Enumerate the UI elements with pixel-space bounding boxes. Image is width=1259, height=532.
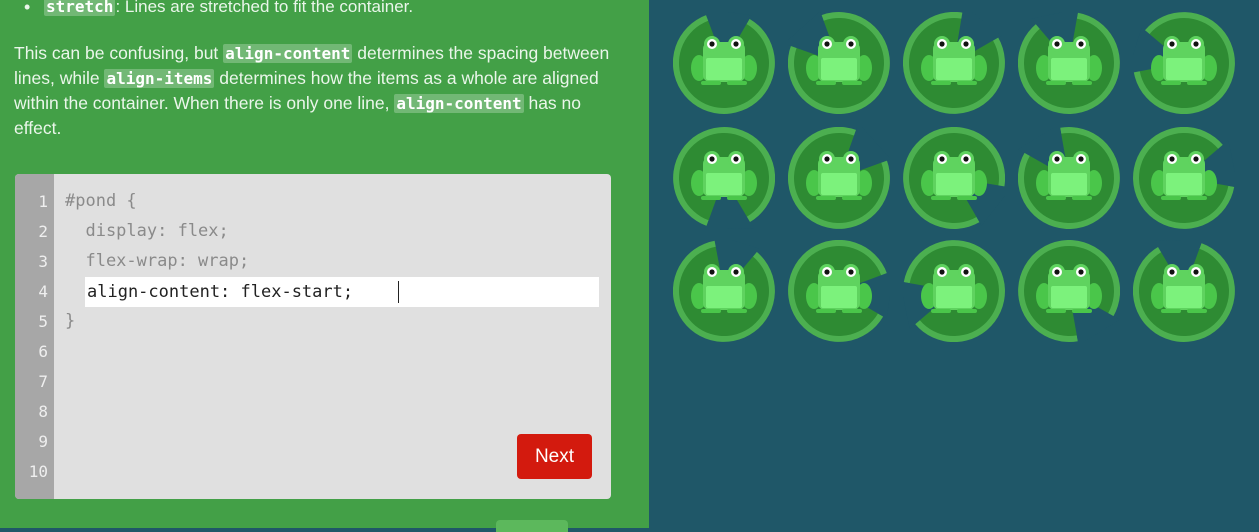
code-input-line xyxy=(85,277,599,307)
code-align-content: align-content xyxy=(223,44,353,63)
code-line-5: } xyxy=(65,311,76,331)
bullet-dot: • xyxy=(24,0,31,17)
code-stretch: stretch xyxy=(44,0,116,16)
bullet-text: : Lines are stretched to fit the contain… xyxy=(115,0,414,16)
pond-board xyxy=(649,0,1259,528)
frog-on-lilypad xyxy=(673,127,776,230)
bullet-stretch: • stretch: Lines are stretched to fit the… xyxy=(24,0,414,20)
line-number: 7 xyxy=(38,372,48,391)
instructions-panel: • stretch: Lines are stretched to fit the… xyxy=(0,0,649,532)
code-align-items: align-items xyxy=(104,69,215,88)
line-number: 9 xyxy=(38,432,48,451)
frog-on-lilypad xyxy=(787,123,891,229)
line-number-gutter: 1 2 3 4 5 6 7 8 9 10 xyxy=(15,174,54,499)
frog-on-lilypad xyxy=(1126,12,1235,115)
code-editor: 1 2 3 4 5 6 7 8 9 10 #pond { display: fl… xyxy=(15,174,611,499)
frog-on-lilypad xyxy=(903,126,1012,229)
frog-on-lilypad xyxy=(899,240,1005,343)
css-code-input[interactable] xyxy=(87,277,587,307)
frog-on-lilypad xyxy=(1017,123,1120,230)
frog-on-lilypad xyxy=(784,11,890,115)
line-number: 3 xyxy=(38,252,48,271)
line-number: 5 xyxy=(38,312,48,331)
frog-on-lilypad xyxy=(902,5,1005,114)
frog-on-lilypad xyxy=(1017,8,1120,114)
frog-on-lilypad xyxy=(788,239,894,342)
code-line-3: flex-wrap: wrap; xyxy=(65,251,250,271)
line-number: 6 xyxy=(38,342,48,361)
line-number: 4 xyxy=(38,282,48,301)
code-align-content-2: align-content xyxy=(394,94,524,113)
frog-on-lilypad xyxy=(672,233,775,342)
line-number: 1 xyxy=(38,192,48,211)
instruction-paragraph: This can be confusing, but align-content… xyxy=(14,41,614,140)
code-line-1: #pond { xyxy=(65,191,137,211)
next-button[interactable]: Next xyxy=(517,434,592,479)
frog-on-lilypad xyxy=(1132,239,1235,342)
line-number: 2 xyxy=(38,222,48,241)
frog-on-lilypad xyxy=(1018,239,1121,346)
para-text-1: This can be confusing, but xyxy=(14,43,224,63)
frog-on-lilypad xyxy=(672,8,775,114)
text-caret xyxy=(398,281,399,303)
code-line-2: display: flex; xyxy=(65,221,229,241)
line-number: 10 xyxy=(28,462,48,481)
line-number: 8 xyxy=(38,402,48,421)
frog-on-lilypad xyxy=(1133,126,1239,229)
level-selector-tab[interactable] xyxy=(496,520,568,532)
